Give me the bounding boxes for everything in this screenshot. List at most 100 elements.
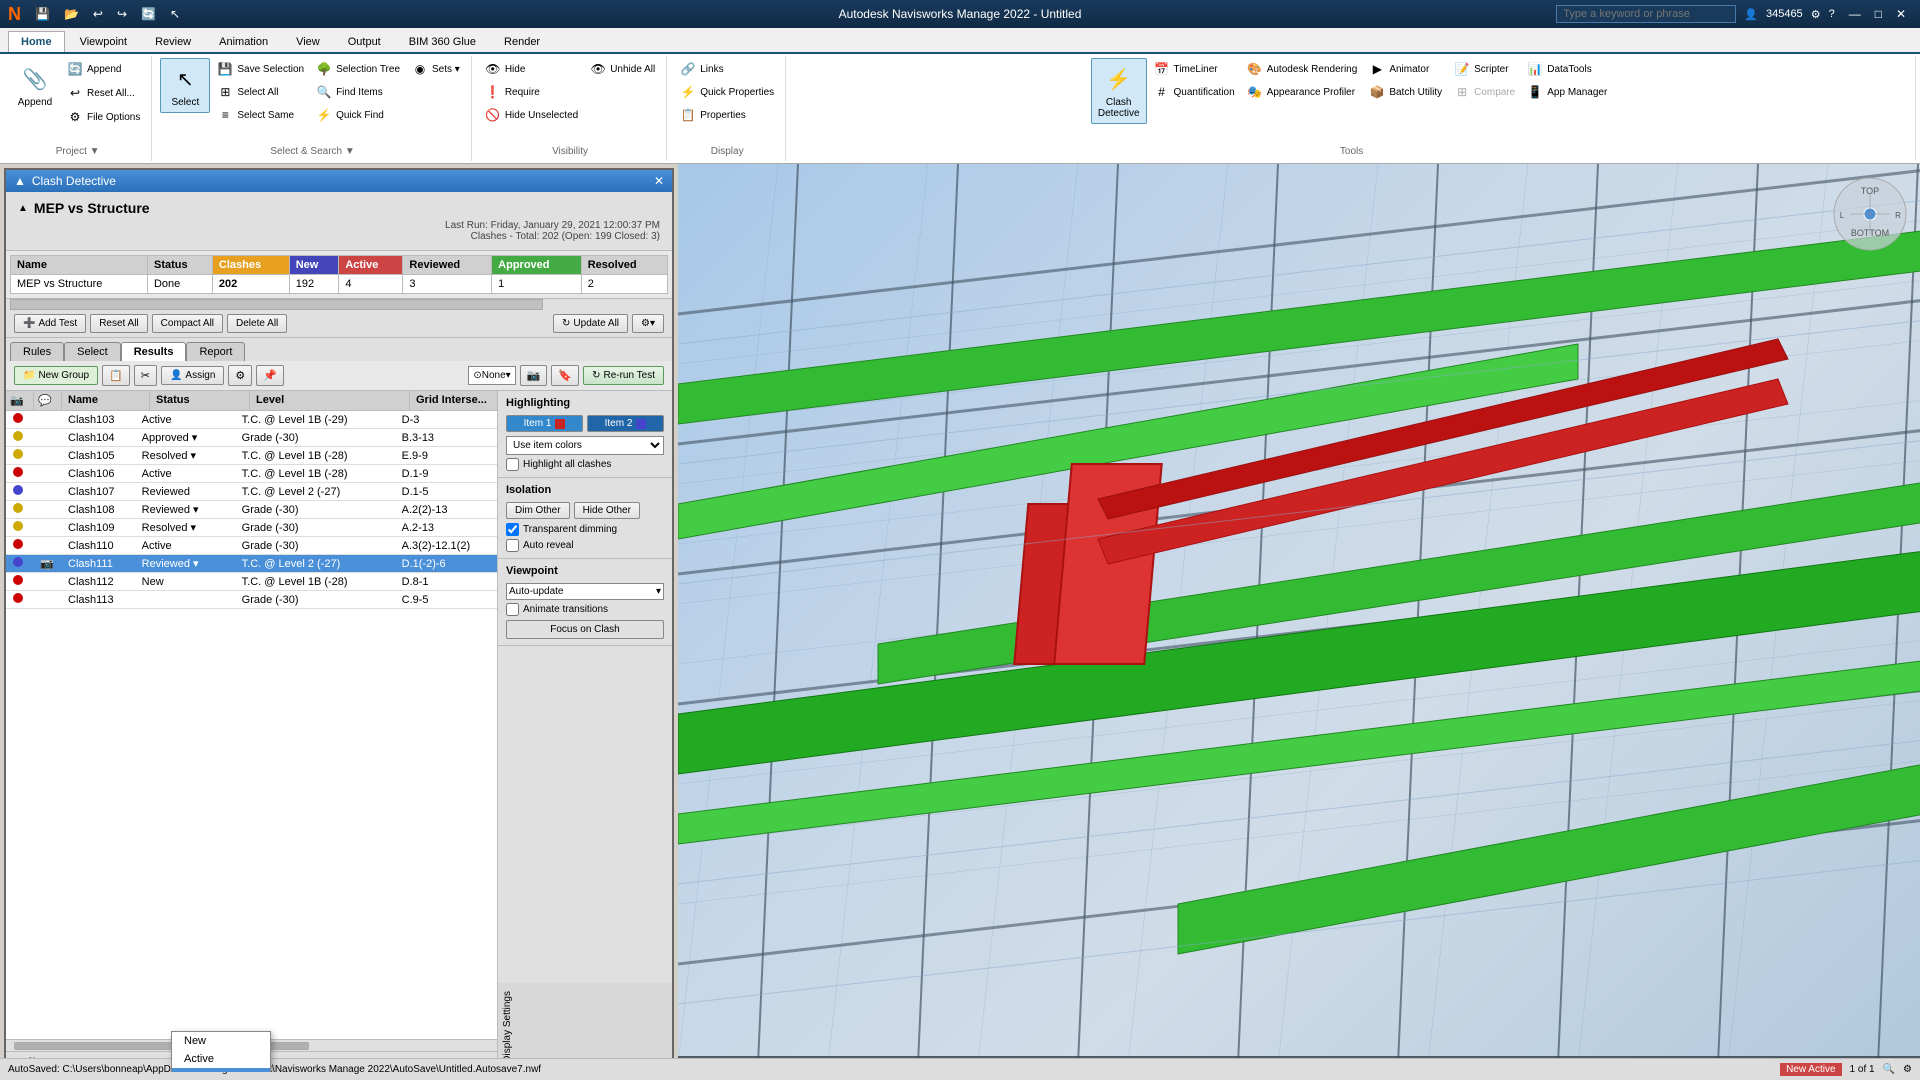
tab-view[interactable]: View	[283, 31, 333, 52]
toolbar-select[interactable]: ↖	[164, 5, 186, 23]
toolbar-refresh[interactable]: 🔄	[135, 5, 162, 23]
col-clashes[interactable]: Clashes	[212, 256, 289, 275]
find-items-button[interactable]: 🔍 Find Items	[311, 81, 405, 103]
3d-viewport[interactable]: TOP BOTTOM L R 1:1 Item Item	[678, 164, 1920, 1078]
navigation-gizmo[interactable]: TOP BOTTOM L R	[1830, 174, 1910, 254]
new-group-button[interactable]: 📁 New Group	[14, 366, 98, 385]
dropdown-new[interactable]: New	[172, 1032, 270, 1050]
tab-output[interactable]: Output	[335, 31, 394, 52]
save-selection-button[interactable]: 💾 Save Selection	[212, 58, 309, 80]
tab-select[interactable]: Select	[64, 342, 121, 361]
rerun-test-button[interactable]: ↻ Re-run Test	[583, 366, 664, 385]
col-approved[interactable]: Approved	[492, 256, 582, 275]
help-icon[interactable]: ?	[1829, 8, 1835, 20]
properties-button[interactable]: 📋 Properties	[675, 104, 779, 126]
links-button[interactable]: 🔗 Links	[675, 58, 779, 80]
timeliner-button[interactable]: 📅 TimeLiner	[1149, 58, 1240, 80]
h-scrollbar[interactable]	[6, 298, 672, 310]
highlight-all-checkbox[interactable]	[506, 458, 519, 471]
auto-reveal-checkbox[interactable]	[506, 539, 519, 552]
list-item[interactable]: Clash105 Resolved ▾ T.C. @ Level 1B (-28…	[6, 447, 497, 465]
col-header-level[interactable]: Level	[250, 391, 410, 410]
panel-collapse-icon[interactable]: ▲	[14, 174, 26, 188]
batch-utility-button[interactable]: 📦 Batch Utility	[1364, 81, 1447, 103]
file-options-button[interactable]: ⚙ File Options	[62, 106, 145, 128]
minimize-button[interactable]: —	[1843, 5, 1867, 23]
toolbar-undo[interactable]: ↩	[87, 5, 109, 23]
maximize-button[interactable]: □	[1869, 5, 1888, 23]
color-select[interactable]: Use item colors	[506, 436, 664, 455]
assign-button[interactable]: 👤 Assign	[161, 366, 224, 385]
settings-icon[interactable]: ⚙	[1811, 8, 1821, 21]
tab-viewpoint[interactable]: Viewpoint	[67, 31, 141, 52]
select-button[interactable]: ↖ Select	[160, 58, 210, 113]
close-button[interactable]: ✕	[1890, 5, 1912, 23]
col-reviewed[interactable]: Reviewed	[403, 256, 492, 275]
tab-report[interactable]: Report	[186, 342, 245, 361]
appearance-profiler-button[interactable]: 🎭 Appearance Profiler	[1242, 81, 1363, 103]
dim-other-button[interactable]: Dim Other	[506, 502, 570, 519]
select-same-button[interactable]: ≡ Select Same	[212, 104, 309, 126]
update-all-button[interactable]: ↻ Update All	[553, 314, 628, 333]
col-status[interactable]: Status	[147, 256, 212, 275]
refresh-button[interactable]: 🔄 Append	[62, 58, 145, 80]
select-all-button[interactable]: ⊞ Select All	[212, 81, 309, 103]
animator-button[interactable]: ▶ Animator	[1364, 58, 1447, 80]
require-button[interactable]: ❗ Require	[480, 81, 583, 103]
col-resolved[interactable]: Resolved	[581, 256, 667, 275]
list-item[interactable]: Clash107 Reviewed T.C. @ Level 2 (-27) D…	[6, 483, 497, 501]
dropdown-reviewed[interactable]: Reviewed	[172, 1068, 270, 1072]
test-collapse-icon[interactable]: ▲	[18, 203, 28, 214]
view-icon-btn2[interactable]: 🔖	[551, 365, 579, 386]
tab-review[interactable]: Review	[142, 31, 204, 52]
group-label-select-search[interactable]: Select & Search ▼	[270, 146, 354, 159]
tab-bim360[interactable]: BIM 360 Glue	[396, 31, 489, 52]
datatools-button[interactable]: 📊 DataTools	[1522, 58, 1612, 80]
clash-detective-button[interactable]: ⚡ ClashDetective	[1091, 58, 1147, 124]
hide-other-button[interactable]: Hide Other	[574, 502, 640, 519]
tab-rules[interactable]: Rules	[10, 342, 64, 361]
app-manager-button[interactable]: 📱 App Manager	[1522, 81, 1612, 103]
sets-button[interactable]: ◉ Sets ▾	[407, 58, 465, 80]
search-input[interactable]	[1556, 5, 1736, 23]
transparent-dimming-checkbox[interactable]	[506, 523, 519, 536]
list-item[interactable]: Clash113 Grade (-30) C.9-5	[6, 591, 497, 609]
list-item[interactable]: Clash106 Active T.C. @ Level 1B (-28) D.…	[6, 465, 497, 483]
hide-button[interactable]: 👁 Hide	[480, 58, 583, 80]
clash-status-selected[interactable]: Reviewed ▾	[136, 555, 236, 573]
zoom-icon[interactable]: 🔍	[1883, 1064, 1895, 1075]
item2-highlight-button[interactable]: Item 2	[587, 415, 664, 432]
none-select[interactable]: ⊙ None ▾	[468, 366, 515, 385]
col-new[interactable]: New	[289, 256, 339, 275]
settings-status-icon[interactable]: ⚙	[1903, 1064, 1912, 1075]
group-icon-btn2[interactable]: ✂	[134, 365, 157, 386]
scripter-button[interactable]: 📝 Scripter	[1449, 58, 1520, 80]
group-label-project[interactable]: Project ▼	[56, 146, 100, 159]
tab-results[interactable]: Results	[121, 342, 187, 361]
list-item[interactable]: 📷 Clash111 Reviewed ▾ T.C. @ Level 2 (-2…	[6, 555, 497, 573]
unhide-all-button[interactable]: 👁 Unhide All	[585, 58, 660, 80]
panel-close-button[interactable]: ✕	[654, 174, 664, 188]
list-item[interactable]: Clash103 Active T.C. @ Level 1B (-29) D-…	[6, 411, 497, 429]
table-row[interactable]: MEP vs Structure Done 202 192 4 3 1 2	[11, 275, 668, 294]
list-item[interactable]: Clash109 Resolved ▾ Grade (-30) A.2-13	[6, 519, 497, 537]
animate-transitions-checkbox[interactable]	[506, 603, 519, 616]
quantification-button[interactable]: # Quantification	[1149, 81, 1240, 103]
toolbar-open[interactable]: 📂	[58, 5, 85, 23]
tab-home[interactable]: Home	[8, 31, 65, 52]
quick-properties-button[interactable]: ⚡ Quick Properties	[675, 81, 779, 103]
col-header-grid[interactable]: Grid Interse...	[410, 391, 497, 410]
hide-unselected-button[interactable]: 🚫 Hide Unselected	[480, 104, 583, 126]
autodesk-rendering-button[interactable]: 🎨 Autodesk Rendering	[1242, 58, 1363, 80]
auto-update-select[interactable]: Auto-update ▾	[506, 583, 664, 600]
settings-button[interactable]: ⚙▾	[632, 314, 664, 333]
dropdown-active[interactable]: Active	[172, 1050, 270, 1068]
compact-all-button[interactable]: Compact All	[152, 314, 223, 333]
item1-highlight-button[interactable]: Item 1	[506, 415, 583, 432]
col-active[interactable]: Active	[339, 256, 403, 275]
reset-all-button[interactable]: ↩ Reset All...	[62, 82, 145, 104]
assign-icon-btn3[interactable]: 📌	[256, 365, 284, 386]
tab-render[interactable]: Render	[491, 31, 553, 52]
compare-button[interactable]: ⊞ Compare	[1449, 81, 1520, 103]
list-item[interactable]: Clash108 Reviewed ▾ Grade (-30) A.2(2)-1…	[6, 501, 497, 519]
